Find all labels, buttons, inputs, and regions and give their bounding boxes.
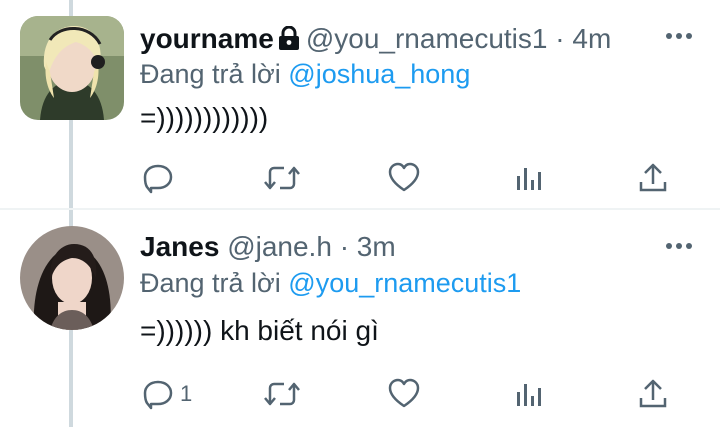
tweet-header: Janes @jane.h · 3m xyxy=(140,230,396,264)
action-bar: 1 xyxy=(140,374,680,414)
views-button[interactable] xyxy=(515,374,543,414)
separator-dot: · xyxy=(339,231,350,262)
views-icon xyxy=(515,378,543,410)
share-icon xyxy=(638,378,668,410)
user-handle[interactable]: @jane.h xyxy=(227,231,332,262)
retweet-icon xyxy=(264,378,300,410)
tweet[interactable]: Janes @jane.h · 3m Đang trả lời @you_rna… xyxy=(0,0,720,410)
replying-to: Đang trả lời @you_rnamecutis1 xyxy=(140,267,521,299)
retweet-button[interactable] xyxy=(264,374,300,414)
more-icon[interactable] xyxy=(664,238,694,254)
replying-to-label: Đang trả lời xyxy=(140,268,281,298)
like-icon xyxy=(388,378,420,410)
display-name[interactable]: Janes xyxy=(140,231,219,262)
mention-link[interactable]: @you_rnamecutis1 xyxy=(288,268,521,298)
timestamp[interactable]: 3m xyxy=(357,231,396,262)
share-button[interactable] xyxy=(638,374,668,414)
reply-icon xyxy=(142,378,174,410)
tweet-text: =)))))) kh biết nói gì xyxy=(140,315,379,346)
like-button[interactable] xyxy=(388,374,420,414)
reply-count: 1 xyxy=(180,381,193,406)
avatar[interactable] xyxy=(20,226,124,330)
reply-button[interactable]: 1 xyxy=(142,374,192,414)
